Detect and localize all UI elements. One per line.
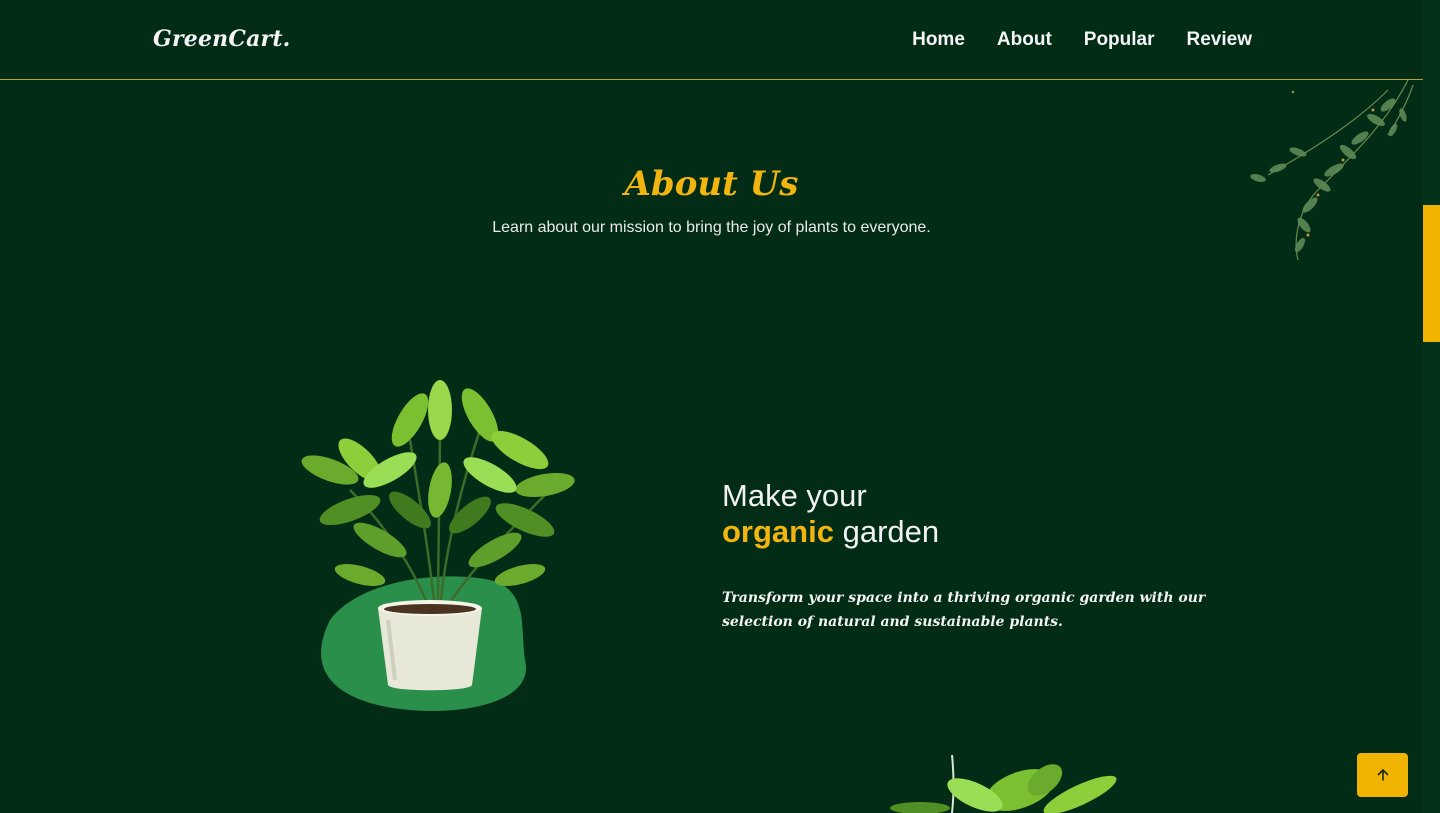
nav-review-link[interactable]: Review (1187, 29, 1252, 51)
nav-popular-link[interactable]: Popular (1084, 29, 1155, 51)
nav-home-link[interactable]: Home (912, 29, 965, 51)
about-headline: Make your organic garden (722, 478, 939, 550)
arrow-up-icon (1377, 769, 1388, 781)
site-header: GreenCart. Home About Popular Review (0, 0, 1423, 80)
headline-accent: organic (722, 514, 834, 549)
main-nav: Home About Popular Review (912, 29, 1252, 51)
logo[interactable]: GreenCart. (153, 26, 291, 52)
nav-about-link[interactable]: About (997, 29, 1052, 51)
about-title: About Us (624, 164, 799, 204)
page-scrollbar[interactable] (1423, 0, 1440, 813)
headline-rest: garden (842, 514, 940, 549)
potted-plant-icon (301, 380, 575, 711)
headline-line-2: organic garden (722, 514, 939, 550)
page: GreenCart. Home About Popular Review Abo… (0, 0, 1440, 813)
about-description: Transform your space into a thriving org… (722, 590, 1206, 630)
headline-line-1: Make your (722, 478, 867, 513)
back-to-top-button[interactable] (1357, 753, 1408, 797)
about-subtitle: Learn about our mission to bring the joy… (492, 219, 931, 236)
scrollbar-thumb[interactable] (1423, 205, 1440, 342)
potted-plant-icon (890, 754, 1117, 813)
